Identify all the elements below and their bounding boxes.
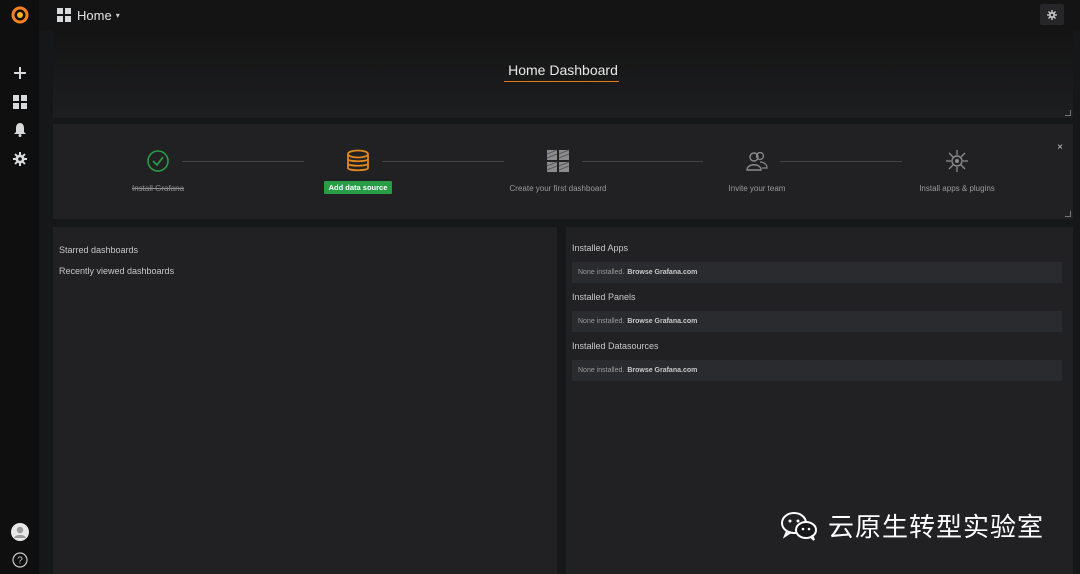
dashboard-picker[interactable]: Home ▾	[57, 6, 120, 24]
grafana-logo-icon[interactable]	[0, 3, 39, 27]
browse-grafana-link[interactable]: Browse Grafana.com	[627, 367, 697, 374]
check-circle-icon	[88, 148, 228, 174]
configuration-gear-icon[interactable]	[0, 147, 39, 171]
wechat-icon	[780, 511, 817, 541]
dashboard-settings-button[interactable]	[1040, 4, 1064, 25]
installed-panels-heading: Installed Panels	[572, 292, 636, 302]
step-label: Install Grafana	[131, 184, 185, 193]
installed-datasources-heading: Installed Datasources	[572, 341, 659, 351]
dashboard-grid-icon	[488, 148, 628, 174]
step-install-plugins: Install apps & plugins	[887, 148, 1027, 193]
svg-text:?: ?	[17, 556, 23, 567]
dashboard-grid-small-icon	[57, 8, 71, 22]
step-label[interactable]: Install apps & plugins	[887, 184, 1027, 193]
dashboard-list-panel: Starred dashboards Recently viewed dashb…	[53, 227, 557, 574]
title-underline	[504, 81, 619, 82]
dashboards-icon[interactable]	[0, 90, 39, 114]
browse-grafana-link[interactable]: Browse Grafana.com	[627, 318, 697, 325]
top-navbar: Home ▾	[39, 0, 1080, 30]
list-item: None installed. Browse Grafana.com	[572, 262, 1062, 283]
wechat-watermark: 云原生转型实验室	[780, 507, 1044, 544]
recent-dashboards-heading: Recently viewed dashboards	[59, 266, 175, 276]
sidebar: ?	[0, 0, 39, 574]
add-data-source-button[interactable]: Add data source	[323, 181, 393, 194]
none-installed-text: None installed.	[578, 318, 625, 325]
alerting-bell-icon[interactable]	[0, 118, 39, 142]
starred-dashboards-heading: Starred dashboards	[59, 245, 139, 255]
help-icon[interactable]: ?	[0, 548, 39, 572]
browse-grafana-link[interactable]: Browse Grafana.com	[627, 269, 697, 276]
none-installed-text: None installed.	[578, 367, 625, 374]
step-label[interactable]: Create your first dashboard	[488, 184, 628, 193]
users-icon	[687, 148, 827, 174]
dashboard-picker-label: Home	[77, 7, 112, 23]
step-invite-team: Invite your team	[687, 148, 827, 193]
panel-resize-handle[interactable]	[1065, 110, 1071, 116]
list-item: None installed. Browse Grafana.com	[572, 360, 1062, 381]
plugin-icon	[887, 148, 1027, 174]
caret-down-icon: ▾	[115, 10, 120, 20]
step-install-grafana: Install Grafana	[88, 148, 228, 193]
cog-icon	[1047, 9, 1057, 20]
dashboard-main: Home Dashboard × Install Grafana Add dat…	[39, 30, 1080, 574]
page-title: Home Dashboard	[508, 62, 618, 78]
step-label[interactable]: Invite your team	[687, 184, 827, 193]
user-avatar[interactable]	[0, 520, 39, 544]
watermark-text: 云原生转型实验室	[827, 512, 1044, 542]
list-item: None installed. Browse Grafana.com	[572, 311, 1062, 332]
installed-apps-heading: Installed Apps	[572, 243, 629, 253]
getting-started-panel: × Install Grafana Add data source Create…	[53, 124, 1073, 219]
title-panel: Home Dashboard	[53, 30, 1073, 118]
database-icon	[288, 148, 428, 174]
close-icon[interactable]: ×	[1057, 142, 1063, 153]
none-installed-text: None installed.	[578, 269, 625, 276]
plus-icon[interactable]	[0, 61, 39, 85]
step-create-dashboard: Create your first dashboard	[488, 148, 628, 193]
panel-resize-handle[interactable]	[1065, 211, 1071, 217]
step-add-data-source: Add data source	[288, 148, 428, 195]
